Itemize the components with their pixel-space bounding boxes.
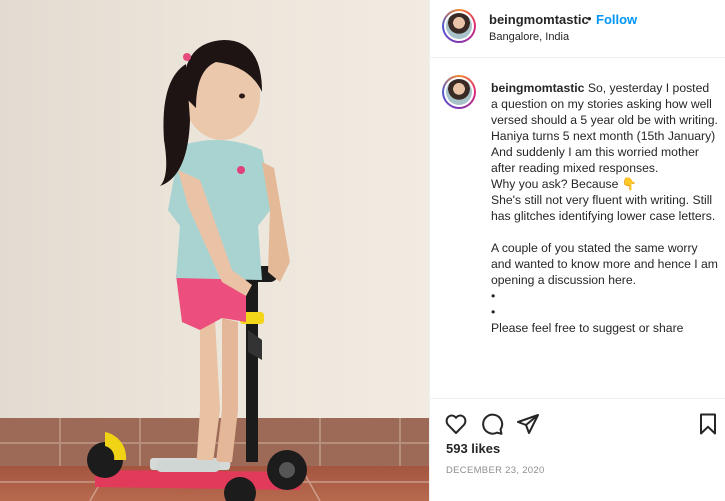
profile-picture <box>446 13 472 39</box>
post-side-panel: beingmomtastic • Follow Bangalore, India… <box>429 0 725 501</box>
post-actions: 593 likes DECEMBER 23, 2020 <box>430 398 725 501</box>
caption-line: • <box>491 305 496 319</box>
heart-icon[interactable] <box>444 412 468 436</box>
likes-count[interactable]: 593 likes <box>446 441 500 456</box>
caption-line: Haniya turns 5 next month (15th January) <box>491 129 716 143</box>
post-photo[interactable] <box>0 0 429 501</box>
caption-line: • <box>491 289 496 303</box>
comment-icon[interactable] <box>480 412 504 436</box>
follow-button[interactable]: Follow <box>596 12 637 27</box>
profile-picture <box>446 79 472 105</box>
avatar[interactable] <box>442 9 476 43</box>
caption-scroll-area[interactable]: beingmomtastic So, yesterday I posted a … <box>430 59 725 397</box>
girl-on-scooter-image <box>0 0 429 501</box>
separator-dot: • <box>587 11 592 26</box>
post-location[interactable]: Bangalore, India <box>489 31 569 43</box>
caption-line: A couple of you stated the same worry an… <box>491 241 718 287</box>
caption-line: Please feel free to suggest or share <box>491 321 684 335</box>
caption-username[interactable]: beingmomtastic <box>491 81 584 95</box>
post-header: beingmomtastic • Follow Bangalore, India <box>430 0 725 58</box>
share-icon[interactable] <box>516 412 540 436</box>
post-username[interactable]: beingmomtastic <box>489 12 589 27</box>
caption-avatar[interactable] <box>442 75 476 109</box>
bookmark-icon[interactable] <box>696 412 720 436</box>
caption-line: She's still not very fluent with writing… <box>491 193 716 223</box>
caption-line-break <box>491 224 719 240</box>
caption-text: beingmomtastic So, yesterday I posted a … <box>491 80 719 336</box>
caption-line: And suddenly I am this worried mother af… <box>491 145 699 175</box>
caption-line: Why you ask? Because 👇 <box>491 177 637 191</box>
post-date[interactable]: DECEMBER 23, 2020 <box>446 465 545 476</box>
